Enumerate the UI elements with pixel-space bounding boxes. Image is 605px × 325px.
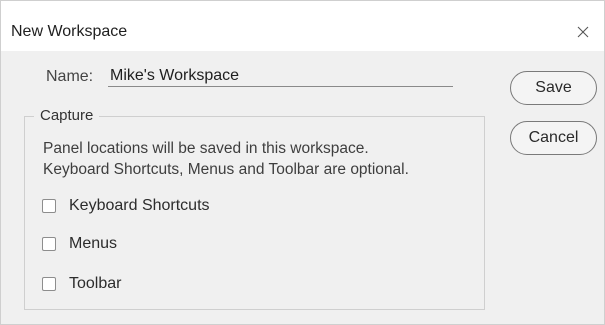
capture-group: Capture Panel locations will be saved in… <box>24 107 485 310</box>
capture-description-line-2: Keyboard Shortcuts, Menus and Toolbar ar… <box>43 161 409 178</box>
keyboard-shortcuts-option[interactable]: Keyboard Shortcuts <box>42 195 210 217</box>
workspace-name-input[interactable] <box>108 65 453 87</box>
toolbar-option[interactable]: Toolbar <box>42 273 121 295</box>
menus-checkbox[interactable] <box>42 237 56 251</box>
keyboard-shortcuts-label: Keyboard Shortcuts <box>69 197 210 214</box>
menus-option[interactable]: Menus <box>42 233 117 255</box>
name-label: Name: <box>46 68 94 85</box>
capture-description: Panel locations will be saved in this wo… <box>43 138 483 180</box>
dialog-title: New Workspace <box>11 23 128 40</box>
capture-legend: Capture <box>34 107 100 125</box>
capture-description-line-1: Panel locations will be saved in this wo… <box>43 140 369 157</box>
close-icon <box>577 26 589 38</box>
close-button[interactable] <box>568 17 598 47</box>
menus-label: Menus <box>69 235 118 252</box>
keyboard-shortcuts-checkbox[interactable] <box>42 199 56 213</box>
cancel-button[interactable]: Cancel <box>510 121 597 155</box>
toolbar-label: Toolbar <box>69 275 122 292</box>
toolbar-checkbox[interactable] <box>42 277 56 291</box>
save-button[interactable]: Save <box>510 71 597 105</box>
title-bar: New Workspace <box>1 1 604 51</box>
new-workspace-dialog: New Workspace Name: Capture Panel locati… <box>0 0 605 325</box>
